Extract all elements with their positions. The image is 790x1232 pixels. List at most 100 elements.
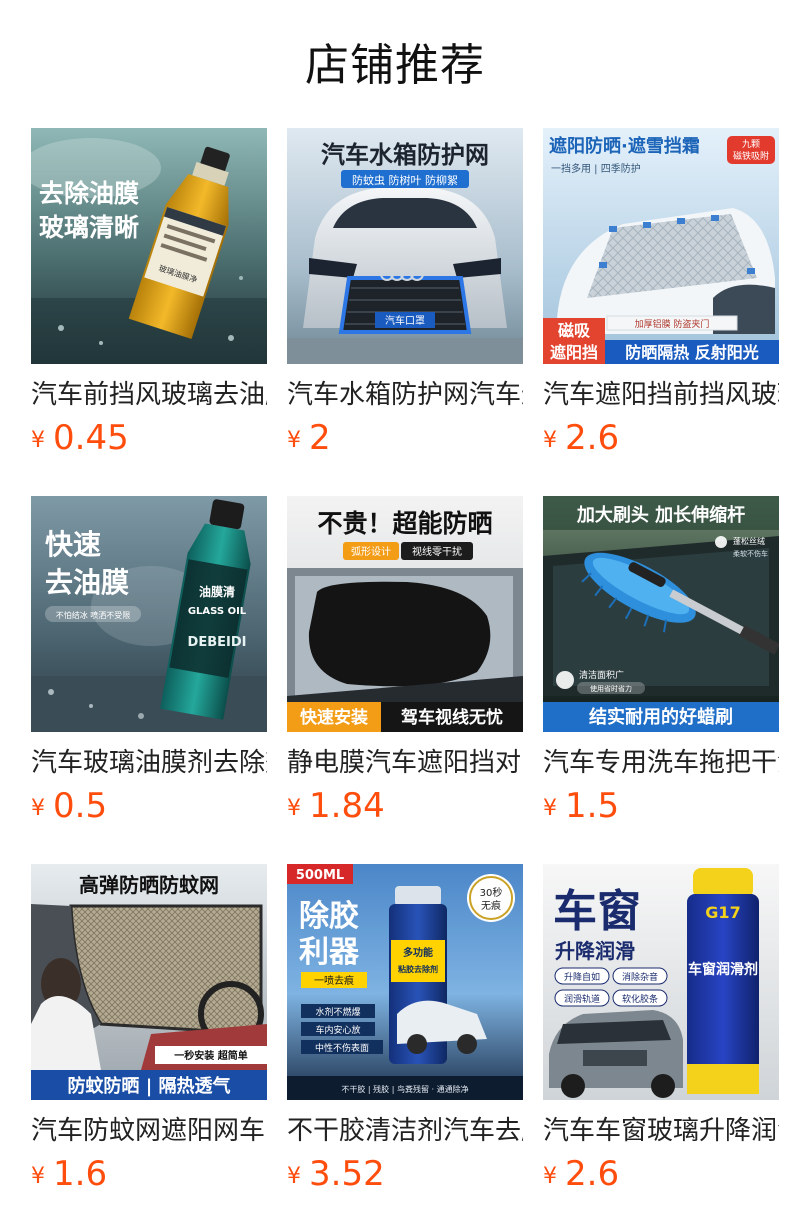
image-tag: 一秒安装 超简单: [174, 1049, 247, 1062]
product-price: ¥2: [287, 418, 331, 458]
image-footer: 不干胶 | 残胶 | 鸟粪残留 · 通通除净: [341, 1084, 468, 1094]
image-headline-line-1: 快速: [45, 528, 101, 561]
product-price: ¥0.5: [31, 786, 107, 826]
plate-text: 汽车口罩: [385, 314, 425, 327]
product-image[interactable]: 油膜清 GLASS OIL DEBEIDI 快速 去油膜 不怕结冰 喷洒不受限: [31, 496, 267, 732]
image-subline: 升降润滑: [555, 939, 635, 963]
product-image[interactable]: 不贵！超能防晒 弧形设计 视线零干扰 快速安装 驾车视线无忧: [287, 496, 523, 732]
product-image[interactable]: 高弹防晒防蚊网 一秒安装 超简单 防蚊防晒 | 隔热透气: [31, 864, 267, 1100]
currency-symbol: ¥: [287, 1164, 301, 1189]
bottle-brand: DEBEIDI: [188, 635, 247, 650]
product-price: ¥2.6: [543, 418, 619, 458]
product-card[interactable]: 玻璃油膜净 去除油膜 玻璃清晰 汽车前挡风玻璃去油膜 ¥0.45: [31, 128, 267, 468]
image-footer: 防蚊防晒 | 隔热透气: [67, 1075, 230, 1097]
currency-symbol: ¥: [287, 796, 301, 821]
glass-cleaner-bottle-icon: 油膜清 GLASS OIL DEBEIDI 快速 去油膜 不怕结冰 喷洒不受限: [31, 496, 267, 732]
can-code: G17: [705, 903, 740, 922]
image-tag-1: 弧形设计: [351, 545, 391, 558]
product-title[interactable]: 汽车防蚊网遮阳网车窗: [31, 1114, 267, 1148]
product-card[interactable]: 加大刷头 加长伸缩杆 蓬松丝绒 柔软不伤车 清洁面积广 使用省时省力 结实耐用的…: [543, 496, 779, 836]
product-price: ¥3.52: [287, 1154, 385, 1194]
currency-symbol: ¥: [31, 1164, 45, 1189]
window-lubricant-spray-icon: 车窗 升降润滑 升降自如 消除杂音 润滑轨道 软化胶条 G17 车窗润滑剂: [543, 864, 779, 1100]
feature-line: 加厚铝膜 防盗夹门: [635, 318, 710, 330]
product-title[interactable]: 汽车前挡风玻璃去油膜: [31, 378, 267, 412]
image-tag-3: 中性不伤表面: [315, 1042, 369, 1054]
tag-1b: 柔软不伤车: [733, 549, 768, 558]
image-headline: 车窗: [553, 886, 641, 937]
currency-symbol: ¥: [31, 428, 45, 453]
tag-2a: 清洁面积广: [579, 669, 624, 681]
image-tag-2: 消除杂音: [622, 971, 658, 983]
image-tag-1: 升降自如: [564, 971, 600, 983]
glass-oil-remover-bottle-icon: 玻璃油膜净 去除油膜 玻璃清晰: [31, 128, 267, 364]
product-price: ¥0.45: [31, 418, 129, 458]
image-headline: 加大刷头 加长伸缩杆: [576, 504, 745, 526]
product-card[interactable]: 车窗 升降润滑 升降自如 消除杂音 润滑轨道 软化胶条 G17 车窗润滑剂 汽车…: [543, 864, 779, 1204]
price-amount: 2.6: [565, 418, 620, 458]
image-footer: 防晒隔热 反射阳光: [625, 343, 759, 362]
product-price: ¥1.84: [287, 786, 385, 826]
currency-symbol: ¥: [543, 1164, 557, 1189]
image-tag-1: 水剂不燃爆: [315, 1006, 360, 1018]
product-card[interactable]: 汽车水箱防护网 防蚊虫 防树叶 防柳絮 汽车口罩 汽车水箱防护网汽车 ¥ 2: [287, 128, 523, 468]
image-tag-4: 软化胶条: [622, 993, 658, 1005]
page-title: 店铺推荐: [305, 40, 485, 91]
product-price: ¥1.5: [543, 786, 619, 826]
product-card[interactable]: 不贵！超能防晒 弧形设计 视线零干扰 快速安装 驾车视线无忧 静电膜汽车遮阳挡对…: [287, 496, 523, 836]
car-wash-mop-icon: 加大刷头 加长伸缩杆 蓬松丝绒 柔软不伤车 清洁面积广 使用省时省力 结实耐用的…: [543, 496, 779, 732]
image-tags: 防蚊虫 防树叶 防柳絮: [352, 173, 458, 187]
price-amount: 2.6: [565, 1154, 620, 1194]
product-image[interactable]: 加大刷头 加长伸缩杆 蓬松丝绒 柔软不伤车 清洁面积广 使用省时省力 结实耐用的…: [543, 496, 779, 732]
price-amount: 1.5: [565, 786, 620, 826]
currency-symbol: ¥: [543, 428, 557, 453]
product-card[interactable]: 遮阳防晒·遮雪挡霜 九颗 磁铁吸附 一挡多用 | 四季防护 加厚铝膜 防盗夹门 …: [543, 128, 779, 468]
product-card[interactable]: 油膜清 GLASS OIL DEBEIDI 快速 去油膜 不怕结冰 喷洒不受限 …: [31, 496, 267, 836]
volume-label: 500ML: [296, 868, 344, 883]
corner-line-2: 遮阳挡: [550, 343, 598, 362]
product-title[interactable]: 汽车水箱防护网汽车进气: [287, 378, 523, 412]
currency-symbol: ¥: [543, 796, 557, 821]
window-static-film-icon: 不贵！超能防晒 弧形设计 视线零干扰 快速安装 驾车视线无忧: [287, 496, 523, 732]
footer-right: 驾车视线无忧: [401, 707, 503, 728]
image-headline-line-1: 去除油膜: [39, 179, 139, 208]
product-title[interactable]: 静电膜汽车遮阳挡对窗: [287, 746, 523, 780]
image-tag-2: 车内安心放: [315, 1024, 360, 1036]
image-footer: 结实耐用的好蜡刷: [589, 706, 733, 728]
bottle-label-cn: 油膜清: [199, 584, 235, 599]
badge-line-2: 无痕: [481, 899, 501, 912]
tag-2b: 使用省时省力: [590, 684, 632, 693]
image-tag-3: 润滑轨道: [564, 993, 600, 1005]
image-headline: 汽车水箱防护网: [321, 141, 489, 169]
product-title[interactable]: 汽车玻璃油膜剂去除剂: [31, 746, 267, 780]
can-label-1: 多功能: [403, 946, 433, 959]
can-label-2: 粘胶去除剂: [397, 964, 438, 974]
product-title[interactable]: 不干胶清洁剂汽车去胶剂: [287, 1114, 523, 1148]
product-image[interactable]: 玻璃油膜净 去除油膜 玻璃清晰: [31, 128, 267, 364]
image-headline-line-2: 利器: [299, 935, 360, 970]
badge-line-1: 30秒: [480, 886, 503, 899]
car-windshield-cover-icon: 遮阳防晒·遮雪挡霜 九颗 磁铁吸附 一挡多用 | 四季防护 加厚铝膜 防盗夹门 …: [543, 128, 779, 364]
product-image[interactable]: 500ML 30秒 无痕 除胶 利器 一喷去痕 水剂不燃爆 车内安心放 中性不伤…: [287, 864, 523, 1100]
price-amount: 0.45: [53, 418, 129, 458]
product-price: ¥2.6: [543, 1154, 619, 1194]
currency-symbol: ¥: [31, 796, 45, 821]
product-title[interactable]: 汽车专用洗车拖把干湿: [543, 746, 779, 780]
product-title[interactable]: 汽车遮阳挡前挡风玻璃: [543, 378, 779, 412]
tag-1a: 蓬松丝绒: [733, 536, 765, 546]
can-label: 车窗润滑剂: [688, 961, 758, 978]
badge-line-2: 磁铁吸附: [733, 150, 769, 162]
product-card[interactable]: 500ML 30秒 无痕 除胶 利器 一喷去痕 水剂不燃爆 车内安心放 中性不伤…: [287, 864, 523, 1204]
product-image[interactable]: 汽车水箱防护网 防蚊虫 防树叶 防柳絮 汽车口罩: [287, 128, 523, 364]
image-headline: 不贵！超能防晒: [317, 509, 492, 538]
product-title[interactable]: 汽车车窗玻璃升降润滑剂: [543, 1114, 779, 1148]
footer-left: 快速安装: [300, 707, 368, 728]
product-image[interactable]: 车窗 升降润滑 升降自如 消除杂音 润滑轨道 软化胶条 G17 车窗润滑剂: [543, 864, 779, 1100]
image-subline: 一喷去痕: [314, 974, 354, 987]
bottle-label-en: GLASS OIL: [188, 606, 247, 617]
image-headline: 高弹防晒防蚊网: [79, 873, 219, 897]
image-tag-2: 视线零干扰: [412, 545, 462, 558]
product-image[interactable]: 遮阳防晒·遮雪挡霜 九颗 磁铁吸附 一挡多用 | 四季防护 加厚铝膜 防盗夹门 …: [543, 128, 779, 364]
image-headline-line-2: 玻璃清晰: [39, 213, 139, 242]
product-card[interactable]: 高弹防晒防蚊网 一秒安装 超简单 防蚊防晒 | 隔热透气 汽车防蚊网遮阳网车窗 …: [31, 864, 267, 1204]
